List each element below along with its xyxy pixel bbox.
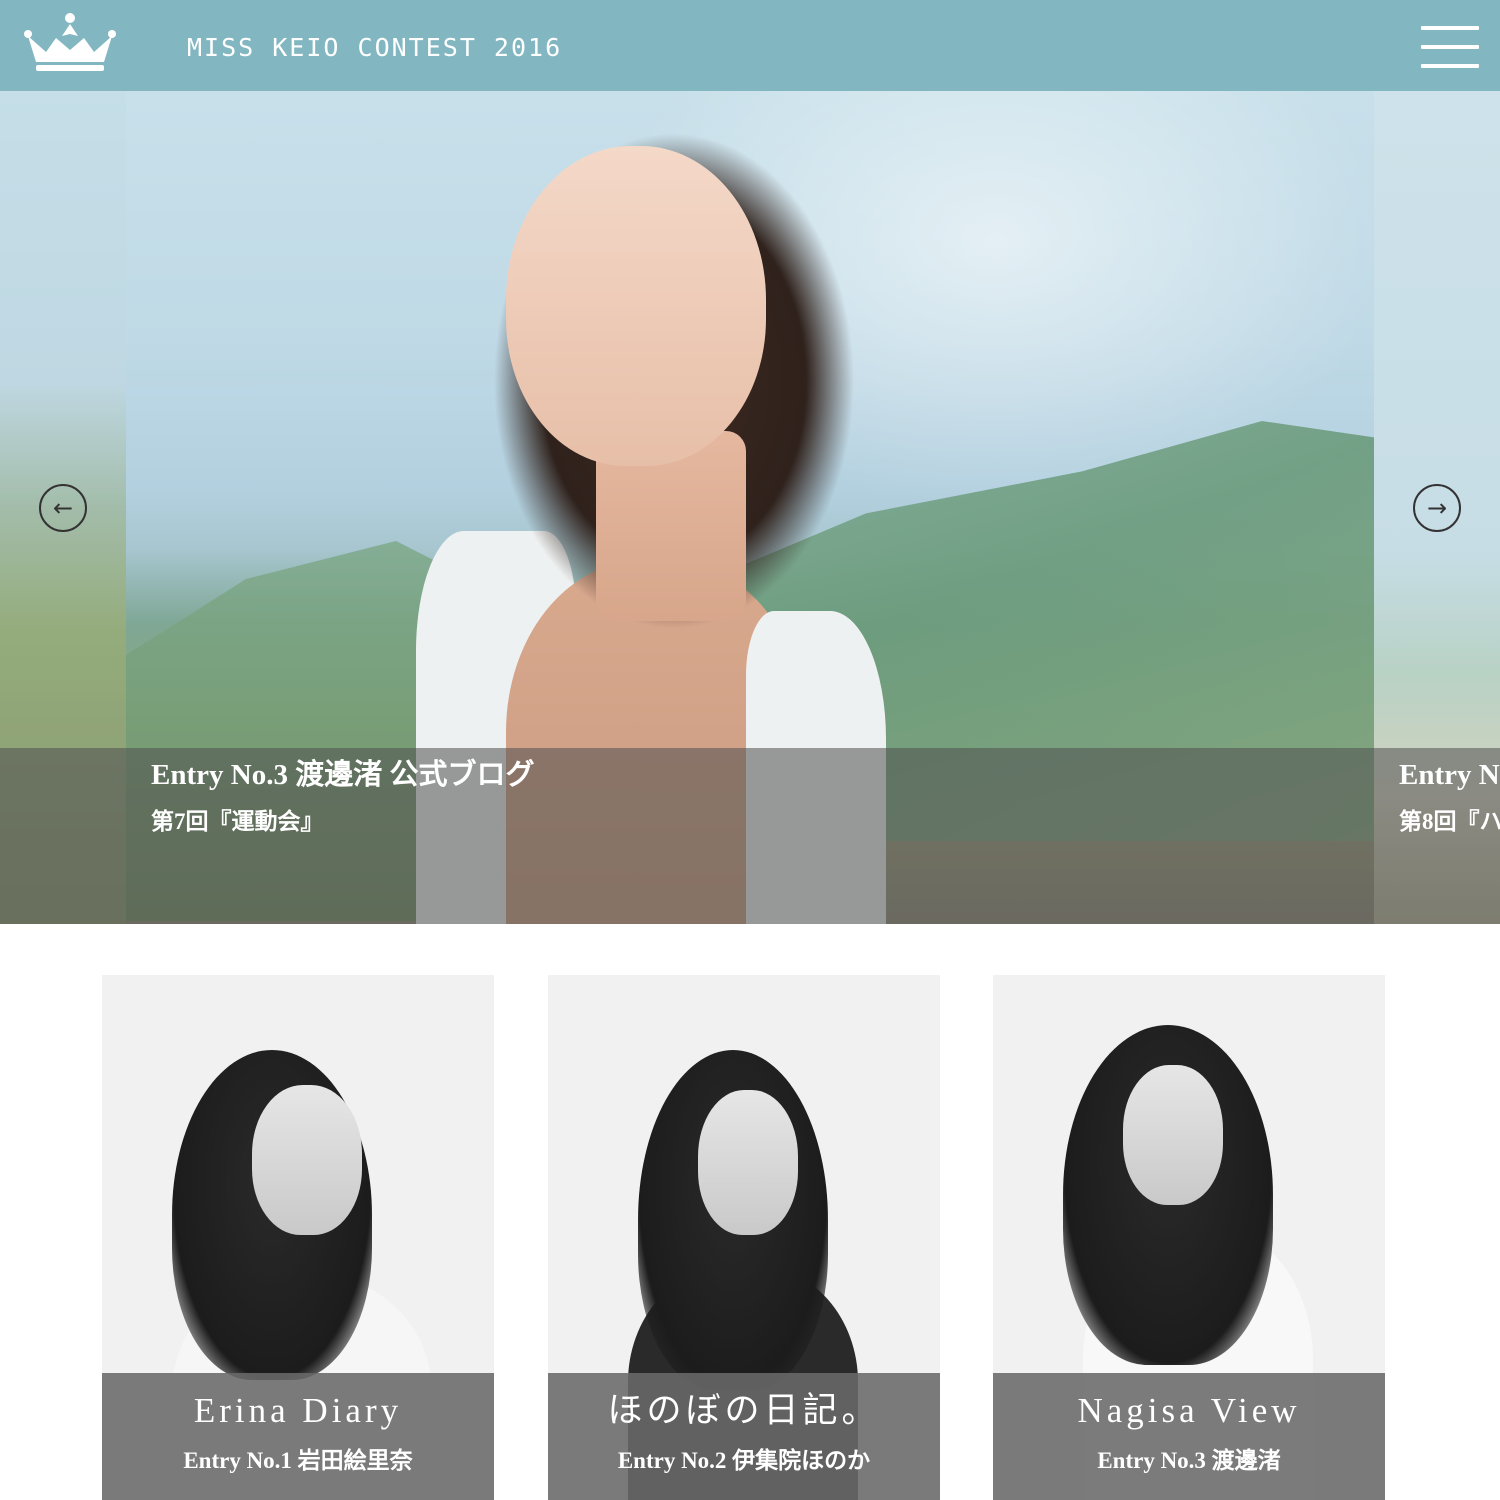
entry-name[interactable]: Entry No.2 伊集院ほのか — [548, 1445, 940, 1477]
slide-title[interactable]: Entry No.3 渡邊渚 公式ブログ — [151, 755, 534, 795]
face — [1123, 1065, 1223, 1205]
arrow-left-icon[interactable]: ← — [39, 484, 87, 532]
next-slide-title[interactable]: Entry N — [1399, 755, 1500, 795]
face — [252, 1085, 362, 1235]
hamburger-menu-icon[interactable] — [1421, 26, 1479, 68]
blog-card-nagisa[interactable]: Nagisa View Entry No.3 渡邊渚 — [993, 975, 1385, 1500]
slide-subtitle[interactable]: 第7回『運動会』 — [151, 805, 324, 839]
card-label: Erina Diary Entry No.1 岩田絵里奈 — [102, 1373, 494, 1500]
face — [506, 146, 766, 466]
crown-icon[interactable] — [22, 12, 118, 74]
blog-title[interactable]: Nagisa View — [993, 1389, 1385, 1433]
blog-title[interactable]: ほのぼの日記。 — [548, 1389, 940, 1433]
card-label: ほのぼの日記。 Entry No.2 伊集院ほのか — [548, 1373, 940, 1500]
hero-slider: Entry No.3 渡邊渚 公式ブログ 第7回『運動会』 Entry N 第8… — [0, 91, 1500, 924]
card-label: Nagisa View Entry No.3 渡邊渚 — [993, 1373, 1385, 1500]
blog-card-honoka[interactable]: ほのぼの日記。 Entry No.2 伊集院ほのか — [548, 975, 940, 1500]
site-title[interactable]: MISS KEIO CONTEST 2016 — [187, 30, 562, 66]
entry-name[interactable]: Entry No.1 岩田絵里奈 — [102, 1445, 494, 1477]
site-header: MISS KEIO CONTEST 2016 — [0, 0, 1500, 91]
blog-card-erina[interactable]: Erina Diary Entry No.1 岩田絵里奈 — [102, 975, 494, 1500]
blog-title[interactable]: Erina Diary — [102, 1389, 494, 1433]
next-slide-subtitle[interactable]: 第8回『ハ — [1399, 805, 1500, 839]
arrow-right-icon[interactable]: → — [1413, 484, 1461, 532]
face — [698, 1090, 798, 1235]
entry-name[interactable]: Entry No.3 渡邊渚 — [993, 1445, 1385, 1477]
